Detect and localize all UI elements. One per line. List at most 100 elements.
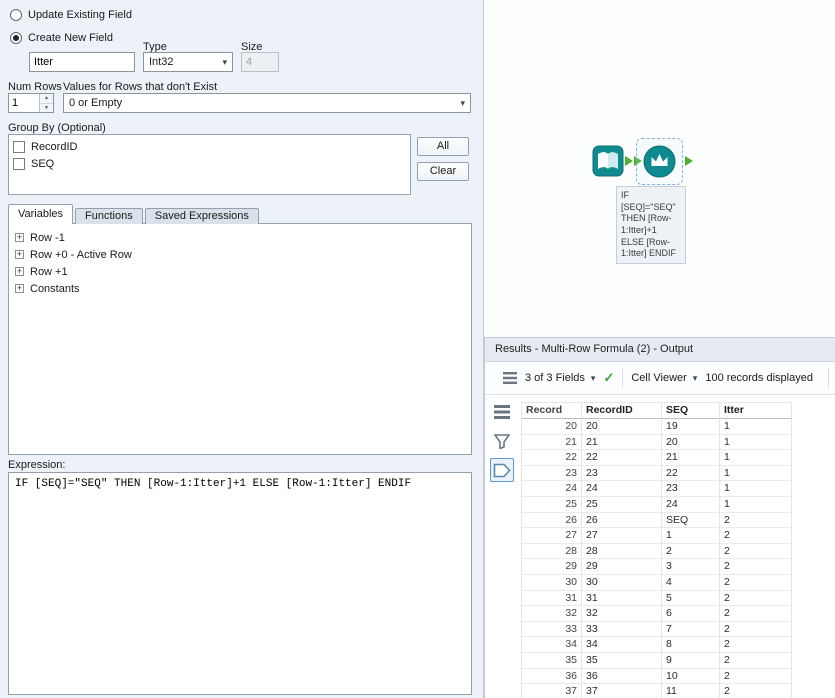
radio-icon[interactable]	[10, 9, 22, 21]
radio-create-label: Create New Field	[28, 32, 113, 44]
text-input-tool-icon[interactable]	[592, 145, 624, 177]
workflow-canvas[interactable]: IF [SEQ]="SEQ" THEN [Row-1:Itter]+1 ELSE…	[484, 0, 835, 337]
column-header[interactable]: Itter	[720, 403, 792, 419]
table-row[interactable]: 2222211	[522, 450, 792, 466]
column-header[interactable]: SEQ	[662, 403, 720, 419]
table-cell: 1	[720, 419, 792, 435]
group-by-list[interactable]: RecordID SEQ	[8, 134, 411, 195]
table-cell: 21	[522, 435, 582, 451]
stepper-up-icon[interactable]: ▲	[40, 94, 53, 104]
chevron-down-icon: ▾	[460, 98, 465, 109]
stepper-down-icon[interactable]: ▼	[40, 104, 53, 113]
group-by-item[interactable]: RecordID	[13, 138, 406, 155]
expression-editor[interactable]: IF [SEQ]="SEQ" THEN [Row-1:Itter]+1 ELSE…	[8, 472, 472, 695]
table-cell: 20	[582, 419, 662, 435]
table-cell: 2	[720, 528, 792, 544]
table-cell: 10	[662, 669, 720, 685]
expand-icon[interactable]: +	[15, 284, 24, 293]
type-value: Int32	[149, 56, 173, 68]
stepper-arrows[interactable]: ▲ ▼	[39, 94, 53, 112]
table-row[interactable]: 282822	[522, 544, 792, 560]
all-button[interactable]: All	[417, 137, 469, 156]
apply-checkmark-icon[interactable]: ✓	[603, 370, 614, 386]
tree-item[interactable]: +Constants	[15, 280, 465, 297]
expression-tabs: VariablesFunctionsSaved Expressions	[8, 204, 261, 224]
output-anchor-icon[interactable]	[685, 156, 693, 166]
radio-create-new-field[interactable]: Create New Field	[10, 32, 113, 44]
cell-viewer-dropdown[interactable]: Cell Viewer ▾	[631, 372, 697, 384]
profile-view-button[interactable]	[490, 429, 514, 453]
output-anchor-view-button[interactable]	[490, 458, 514, 482]
values-for-rows-dropdown[interactable]: 0 or Empty ▾	[63, 93, 471, 113]
toolbar-divider	[622, 369, 623, 387]
expand-icon[interactable]: +	[15, 250, 24, 259]
type-dropdown[interactable]: Int32 ▾	[143, 52, 233, 72]
tab-functions[interactable]: Functions	[75, 208, 143, 224]
tree-item[interactable]: +Row +1	[15, 263, 465, 280]
table-row[interactable]: 353592	[522, 653, 792, 669]
table-row[interactable]: 292932	[522, 559, 792, 575]
table-row[interactable]: 2020191	[522, 419, 792, 435]
group-by-item-label: SEQ	[31, 158, 54, 170]
column-header[interactable]: Record	[522, 403, 582, 419]
table-cell: 2	[720, 684, 792, 698]
tool-annotation[interactable]: IF [SEQ]="SEQ" THEN [Row-1:Itter]+1 ELSE…	[616, 186, 686, 264]
table-row[interactable]: 323262	[522, 606, 792, 622]
table-row[interactable]: 272712	[522, 528, 792, 544]
table-row[interactable]: 313152	[522, 591, 792, 607]
table-cell: 30	[582, 575, 662, 591]
table-cell: SEQ	[662, 513, 720, 529]
tab-variables[interactable]: Variables	[8, 204, 73, 224]
table-cell: 7	[662, 622, 720, 638]
table-row[interactable]: 2626SEQ2	[522, 513, 792, 529]
group-by-item[interactable]: SEQ	[13, 155, 406, 172]
table-row[interactable]: 343482	[522, 637, 792, 653]
records-view-button[interactable]	[490, 400, 514, 424]
checkbox-icon[interactable]	[13, 158, 25, 170]
table-row[interactable]: 3737112	[522, 684, 792, 698]
radio-update-existing-field[interactable]: Update Existing Field	[10, 9, 132, 21]
num-rows-input[interactable]	[9, 94, 39, 112]
radio-icon[interactable]	[10, 32, 22, 44]
expand-icon[interactable]: +	[15, 233, 24, 242]
table-row[interactable]: 303042	[522, 575, 792, 591]
multi-row-formula-tool-icon[interactable]	[642, 144, 677, 179]
table-cell: 2	[720, 606, 792, 622]
table-cell: 32	[582, 606, 662, 622]
table-row[interactable]: 333372	[522, 622, 792, 638]
num-rows-stepper[interactable]: ▲ ▼	[8, 93, 54, 113]
table-cell: 28	[522, 544, 582, 560]
table-cell: 31	[582, 591, 662, 607]
expand-icon[interactable]: +	[15, 267, 24, 276]
table-cell: 2	[720, 559, 792, 575]
size-input	[241, 52, 279, 72]
alteryx-window: Update Existing Field Create New Field T…	[0, 0, 835, 698]
column-header[interactable]: RecordID	[582, 403, 662, 419]
table-cell: 35	[522, 653, 582, 669]
variables-tree[interactable]: +Row -1+Row +0 - Active Row+Row +1+Const…	[8, 223, 472, 455]
tab-saved-expressions[interactable]: Saved Expressions	[145, 208, 259, 224]
checkbox-icon[interactable]	[13, 141, 25, 153]
funnel-icon	[494, 434, 510, 449]
table-row[interactable]: 3636102	[522, 669, 792, 685]
tree-item[interactable]: +Row +0 - Active Row	[15, 246, 465, 263]
results-panel: Results - Multi-Row Formula (2) - Output…	[484, 337, 835, 698]
table-cell: 2	[720, 669, 792, 685]
table-row[interactable]: 2525241	[522, 497, 792, 513]
table-cell: 26	[582, 513, 662, 529]
clear-button[interactable]: Clear	[417, 162, 469, 181]
fields-dropdown-label: 3 of 3 Fields	[525, 372, 585, 384]
table-cell: 24	[522, 481, 582, 497]
table-cell: 1	[720, 481, 792, 497]
table-row[interactable]: 2121201	[522, 435, 792, 451]
fields-dropdown[interactable]: 3 of 3 Fields ▾	[525, 372, 595, 384]
table-cell: 29	[582, 559, 662, 575]
table-row[interactable]: 2424231	[522, 481, 792, 497]
table-cell: 9	[662, 653, 720, 669]
new-field-name-input[interactable]	[29, 52, 135, 72]
table-cell: 4	[662, 575, 720, 591]
tree-item[interactable]: +Row -1	[15, 229, 465, 246]
table-row[interactable]: 2323221	[522, 466, 792, 482]
output-anchor-icon[interactable]	[625, 156, 633, 166]
results-grid: RecordRecordIDSEQItter 20201912121201222…	[521, 402, 792, 698]
